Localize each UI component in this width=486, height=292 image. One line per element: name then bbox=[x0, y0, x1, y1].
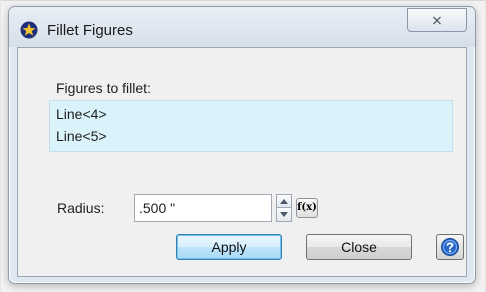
dialog-body: Figures to fillet: Line<4> Line<5> Radiu… bbox=[17, 47, 467, 277]
close-button[interactable]: Close bbox=[306, 234, 412, 260]
function-button[interactable]: f(x) bbox=[296, 198, 318, 218]
radius-stepper[interactable] bbox=[276, 194, 292, 222]
list-item[interactable]: Line<4> bbox=[56, 106, 107, 122]
radius-label: Radius: bbox=[57, 200, 105, 216]
fillet-figures-dialog: Fillet Figures ⨯ Figures to fillet: Line… bbox=[8, 6, 476, 284]
help-icon bbox=[441, 238, 459, 256]
window-title: Fillet Figures bbox=[47, 22, 133, 39]
spin-down-button[interactable] bbox=[277, 208, 291, 221]
figures-label: Figures to fillet: bbox=[56, 80, 151, 96]
close-icon: ⨯ bbox=[431, 12, 443, 28]
star-icon bbox=[20, 21, 38, 39]
spin-up-button[interactable] bbox=[277, 195, 291, 208]
background-line bbox=[0, 0, 486, 1]
figures-list[interactable]: Line<4> Line<5> bbox=[49, 100, 453, 152]
chevron-down-icon bbox=[280, 212, 288, 217]
title-bar: Fillet Figures ⨯ bbox=[9, 7, 475, 47]
close-window-button[interactable]: ⨯ bbox=[407, 8, 467, 32]
list-item[interactable]: Line<5> bbox=[56, 128, 107, 144]
background-line bbox=[0, 0, 1, 292]
help-button[interactable] bbox=[436, 234, 464, 260]
chevron-up-icon bbox=[280, 199, 288, 204]
apply-button[interactable]: Apply bbox=[176, 234, 282, 260]
radius-input[interactable]: .500 " bbox=[134, 194, 272, 222]
